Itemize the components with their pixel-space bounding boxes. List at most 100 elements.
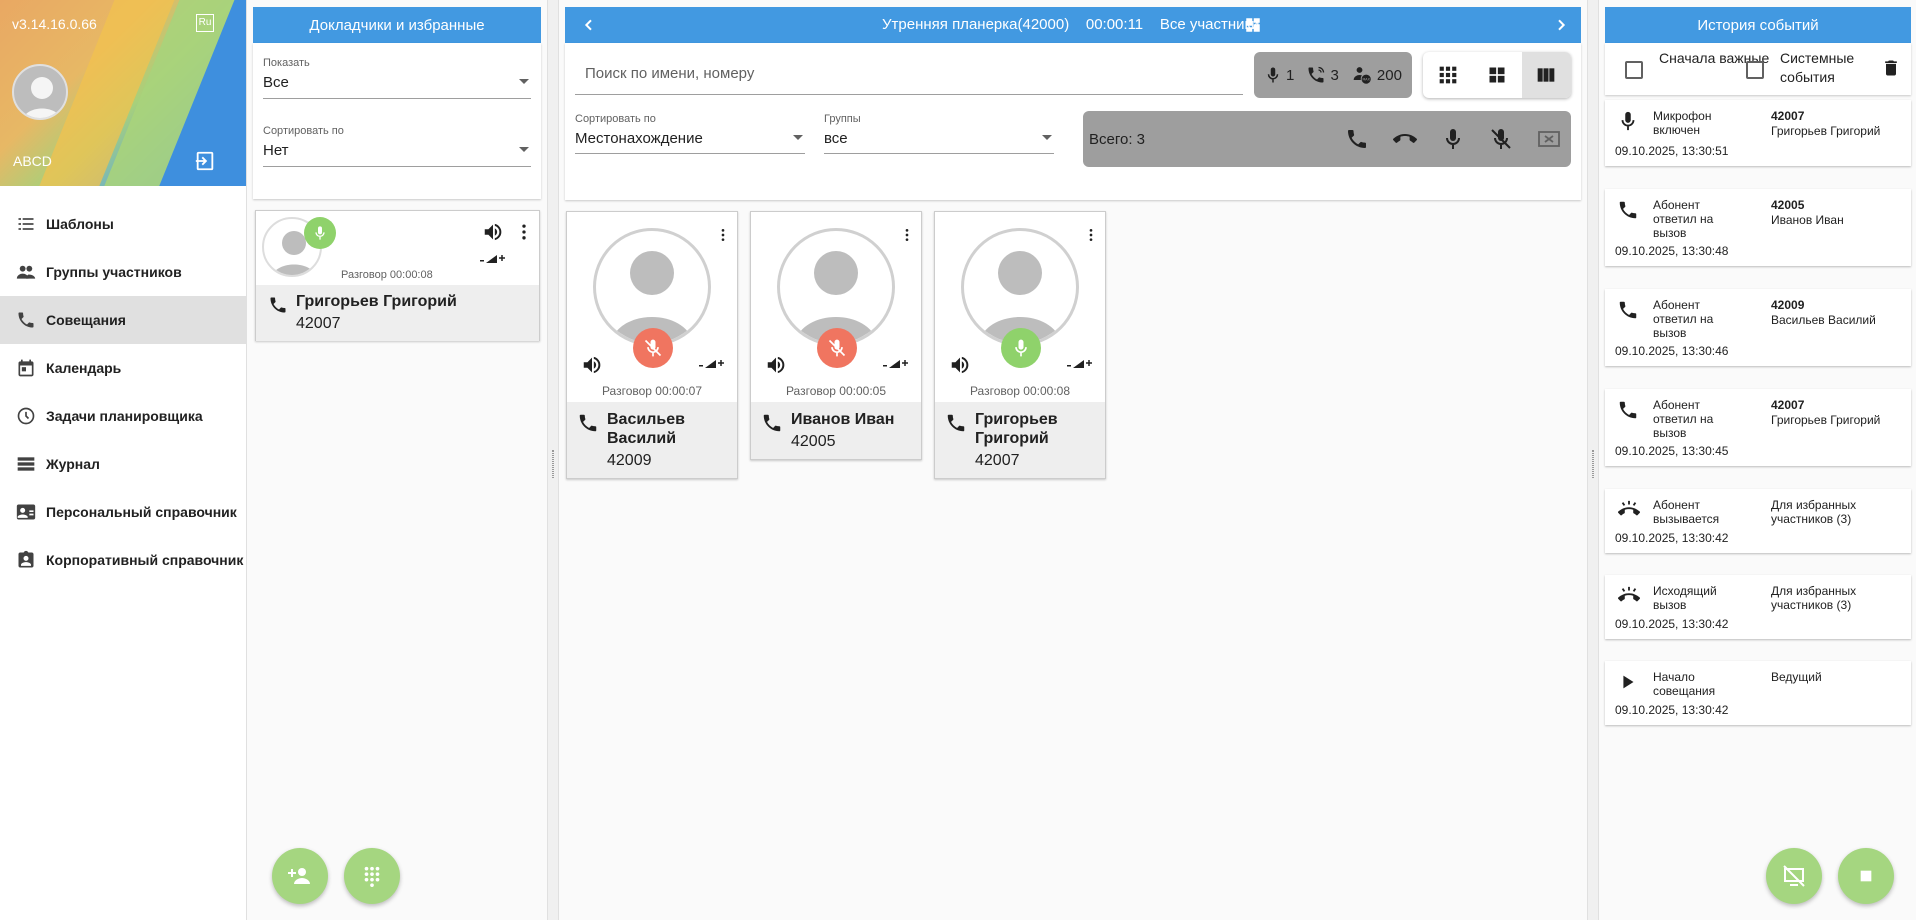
nav-item-label: Задачи планировщика (46, 408, 203, 424)
delete-icon[interactable] (1881, 57, 1901, 84)
signal-gain-icon[interactable] (699, 358, 725, 373)
sort-select[interactable]: Сортировать по Нет (263, 125, 531, 167)
signal-gain-icon[interactable] (883, 358, 909, 373)
show-select[interactable]: Показать Все (263, 57, 531, 99)
volume-icon[interactable] (949, 354, 971, 381)
nav-item-label: Календарь (46, 360, 122, 376)
events-panel-title: История событий (1605, 7, 1911, 43)
speakers-panel: Докладчики и избранные Показать Все Сорт… (253, 7, 541, 199)
speaker-card[interactable]: Разговор 00:00:08 Григорьев Григорий 420… (255, 210, 540, 341)
phone-icon (761, 412, 783, 439)
event-item: Абонент ответил на вызов 42005 Иванов Ив… (1605, 189, 1911, 266)
participant-card[interactable]: Разговор 00:00:05 Иванов Иван 42005 (750, 211, 922, 460)
more-vert-icon[interactable] (514, 221, 534, 248)
hangup-all-icon[interactable] (1393, 127, 1417, 156)
event-item: Абонент ответил на вызов 42009 Васильев … (1605, 289, 1911, 366)
dashboard-icon[interactable] (1244, 16, 1262, 38)
nav-item-groups[interactable]: Группы участников (0, 248, 246, 296)
event-time: 09.10.2025, 13:30:51 (1615, 144, 1729, 158)
mic-off-all-icon[interactable] (1489, 127, 1513, 156)
contact-card-icon (14, 500, 38, 524)
version-label: v3.14.16.0.66 (12, 16, 97, 32)
event-time: 09.10.2025, 13:30:42 (1615, 617, 1729, 631)
chevron-right-icon[interactable] (1553, 16, 1569, 38)
more-vert-icon[interactable] (715, 224, 731, 251)
grid-small-icon[interactable] (1423, 52, 1472, 98)
search-input[interactable] (575, 59, 1243, 88)
more-vert-icon[interactable] (1083, 224, 1099, 251)
remove-all-icon[interactable] (1537, 127, 1561, 156)
signal-gain-icon[interactable] (1067, 358, 1093, 373)
event-type: Абонент ответил на вызов (1653, 298, 1714, 340)
mic-off-icon[interactable] (633, 328, 673, 368)
mic-off-icon[interactable] (817, 328, 857, 368)
mic-icon (1617, 110, 1639, 137)
resize-handle-right[interactable] (1587, 0, 1599, 920)
call-all-icon[interactable] (1345, 127, 1369, 156)
participant-name: Васильев Василий (607, 411, 685, 447)
volume-icon[interactable] (581, 354, 603, 381)
speakers-panel-title: Докладчики и избранные (253, 7, 541, 43)
max-users-icon: MAX (1353, 67, 1371, 84)
show-label: Показать (263, 57, 310, 69)
language-switch[interactable]: Ru (196, 14, 214, 32)
list-icon (14, 212, 38, 236)
groups-select[interactable]: Группы все (824, 113, 1054, 154)
event-type: Микрофон включен (1653, 109, 1712, 137)
system-events-checkbox[interactable] (1746, 61, 1764, 79)
total-count: Всего: 3 (1089, 131, 1146, 148)
screen-share-off-button[interactable] (1766, 848, 1822, 904)
mic-on-icon[interactable] (1001, 328, 1041, 368)
grid-columns-icon[interactable] (1521, 52, 1571, 98)
calendar-icon (14, 356, 38, 380)
more-vert-icon[interactable] (899, 224, 915, 251)
event-type: Исходящий вызов (1653, 584, 1717, 612)
participant-card[interactable]: Разговор 00:00:07 Васильев Василий 42009 (566, 211, 738, 479)
sort-label: Сортировать по (263, 125, 344, 137)
event-participant: Григорьев Григорий (1771, 124, 1881, 138)
event-number: 42005 (1771, 198, 1805, 212)
volume-icon[interactable] (765, 354, 787, 381)
nav-item-calendar[interactable]: Календарь (0, 344, 246, 392)
dialpad-button[interactable] (344, 848, 400, 904)
resize-handle-left[interactable] (547, 0, 559, 920)
important-first-checkbox[interactable] (1625, 61, 1643, 79)
ringing-icon (1617, 499, 1641, 526)
grid-medium-icon[interactable] (1472, 52, 1521, 98)
mic-on-icon[interactable] (304, 217, 336, 249)
nav-item-templates[interactable]: Шаблоны (0, 200, 246, 248)
participant-card[interactable]: Разговор 00:00:08 Григорьев Григорий 420… (934, 211, 1106, 479)
participant-name: Иванов Иван (791, 411, 895, 428)
event-type: Начало совещания (1653, 670, 1716, 698)
nav-item-meetings[interactable]: Совещания (0, 296, 246, 344)
nav-item-personal-contacts[interactable]: Персональный справочник (0, 488, 246, 536)
talk-timer: Разговор 00:00:08 (969, 384, 1071, 398)
event-type: Абонент ответил на вызов (1653, 198, 1714, 240)
event-time: 09.10.2025, 13:30:45 (1615, 444, 1729, 458)
event-number: 42007 (1771, 398, 1805, 412)
ringing-icon (1617, 585, 1641, 612)
nav-item-label: Персональный справочник (46, 504, 237, 520)
nav-item-scheduler[interactable]: Задачи планировщика (0, 392, 246, 440)
nav-item-label: Корпоративный справочник (46, 552, 244, 568)
event-number: 42009 (1771, 298, 1805, 312)
nav-item-label: Шаблоны (46, 216, 114, 232)
chevron-left-icon[interactable] (581, 16, 597, 38)
stop-conference-button[interactable] (1838, 848, 1894, 904)
participant-number: 42007 (296, 315, 341, 332)
conference-sort-select[interactable]: Сортировать по Местонахождение (575, 113, 805, 154)
signal-gain-icon[interactable] (480, 253, 506, 268)
add-participant-button[interactable] (272, 848, 328, 904)
avatar[interactable] (12, 64, 68, 120)
mic-on-all-icon[interactable] (1441, 127, 1465, 156)
groups-label: Группы (824, 113, 861, 125)
nav-item-corporate-contacts[interactable]: Корпоративный справочник (0, 536, 246, 584)
event-item: Начало совещания Ведущий 09.10.2025, 13:… (1605, 661, 1911, 725)
search-field (575, 59, 1243, 95)
nav-item-log[interactable]: Журнал (0, 440, 246, 488)
event-time: 09.10.2025, 13:30:42 (1615, 531, 1729, 545)
logout-icon[interactable] (194, 150, 216, 177)
volume-icon[interactable] (482, 221, 504, 248)
groups-value: все (824, 130, 848, 147)
event-time: 09.10.2025, 13:30:46 (1615, 344, 1729, 358)
